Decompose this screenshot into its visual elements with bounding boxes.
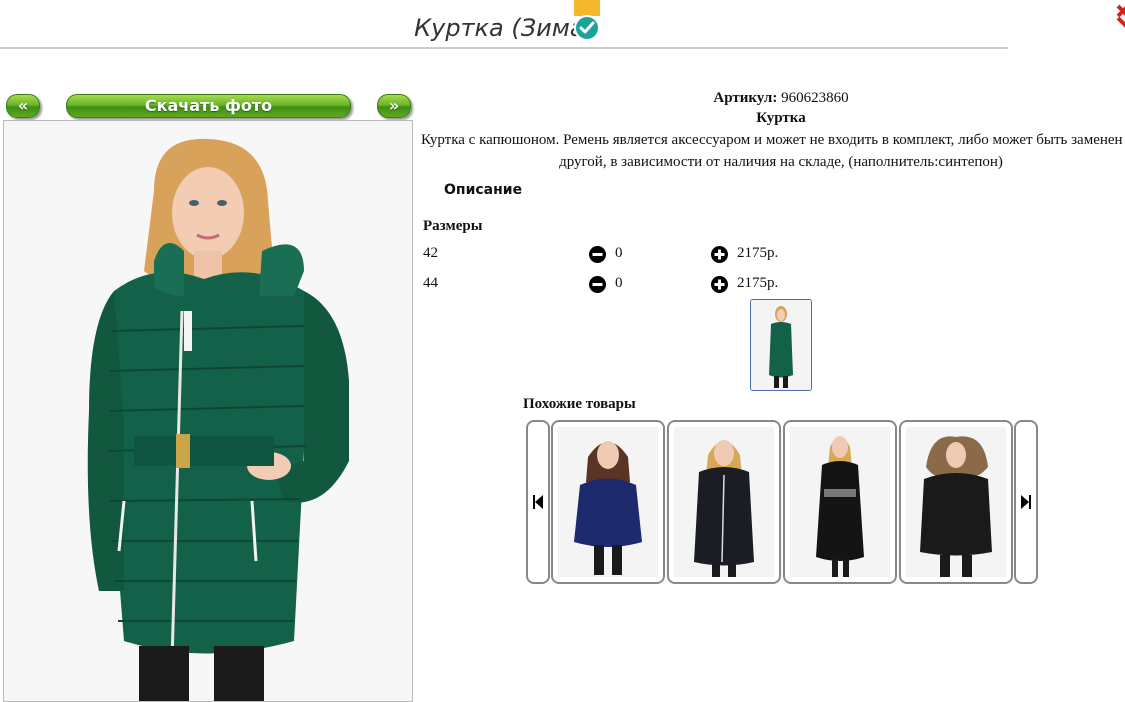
- next-photo-button[interactable]: »: [377, 94, 411, 118]
- title-divider: [0, 47, 1008, 49]
- plus-circle-icon[interactable]: [711, 276, 728, 293]
- skip-previous-icon: [533, 495, 543, 509]
- size-value: 42: [423, 245, 438, 261]
- product-name: Куртка: [756, 110, 806, 126]
- article-value: 960623860: [781, 90, 849, 106]
- size-value: 44: [423, 275, 438, 291]
- previous-photo-button[interactable]: «: [6, 94, 40, 118]
- similar-product-card[interactable]: [551, 420, 665, 584]
- download-photo-button[interactable]: Скачать фото: [66, 94, 351, 118]
- quantity-value: 0: [615, 275, 623, 291]
- minus-circle-icon[interactable]: [589, 246, 606, 263]
- carousel-next-button[interactable]: [1014, 420, 1038, 584]
- similar-product-card[interactable]: [899, 420, 1013, 584]
- carousel-prev-button[interactable]: [526, 420, 550, 584]
- close-icon[interactable]: [1116, 2, 1125, 28]
- minus-circle-icon[interactable]: [589, 276, 606, 293]
- plus-circle-icon[interactable]: [711, 246, 728, 263]
- description-heading: Описание: [444, 182, 523, 198]
- skip-next-icon: [1021, 495, 1031, 509]
- article-label: Артикул:: [713, 90, 778, 106]
- article-line: Артикул: 960623860: [420, 90, 1125, 107]
- photo-thumbnail[interactable]: [750, 299, 812, 391]
- product-description: Куртка с капюшоном. Ремень является аксе…: [420, 132, 1125, 170]
- similar-products-heading: Похожие товары: [523, 396, 636, 412]
- similar-product-card[interactable]: [667, 420, 781, 584]
- size-row: 42 0 2175р.: [423, 245, 823, 265]
- page-title: Куртка (Зима): [414, 14, 594, 42]
- sizes-heading: Размеры: [423, 218, 483, 234]
- size-row: 44 0 2175р.: [423, 275, 823, 295]
- price-value: 2175р.: [737, 275, 779, 291]
- main-product-photo: [3, 120, 413, 702]
- price-value: 2175р.: [737, 245, 779, 261]
- quantity-value: 0: [615, 245, 623, 261]
- similar-product-card[interactable]: [783, 420, 897, 584]
- check-circle-icon: [574, 0, 600, 41]
